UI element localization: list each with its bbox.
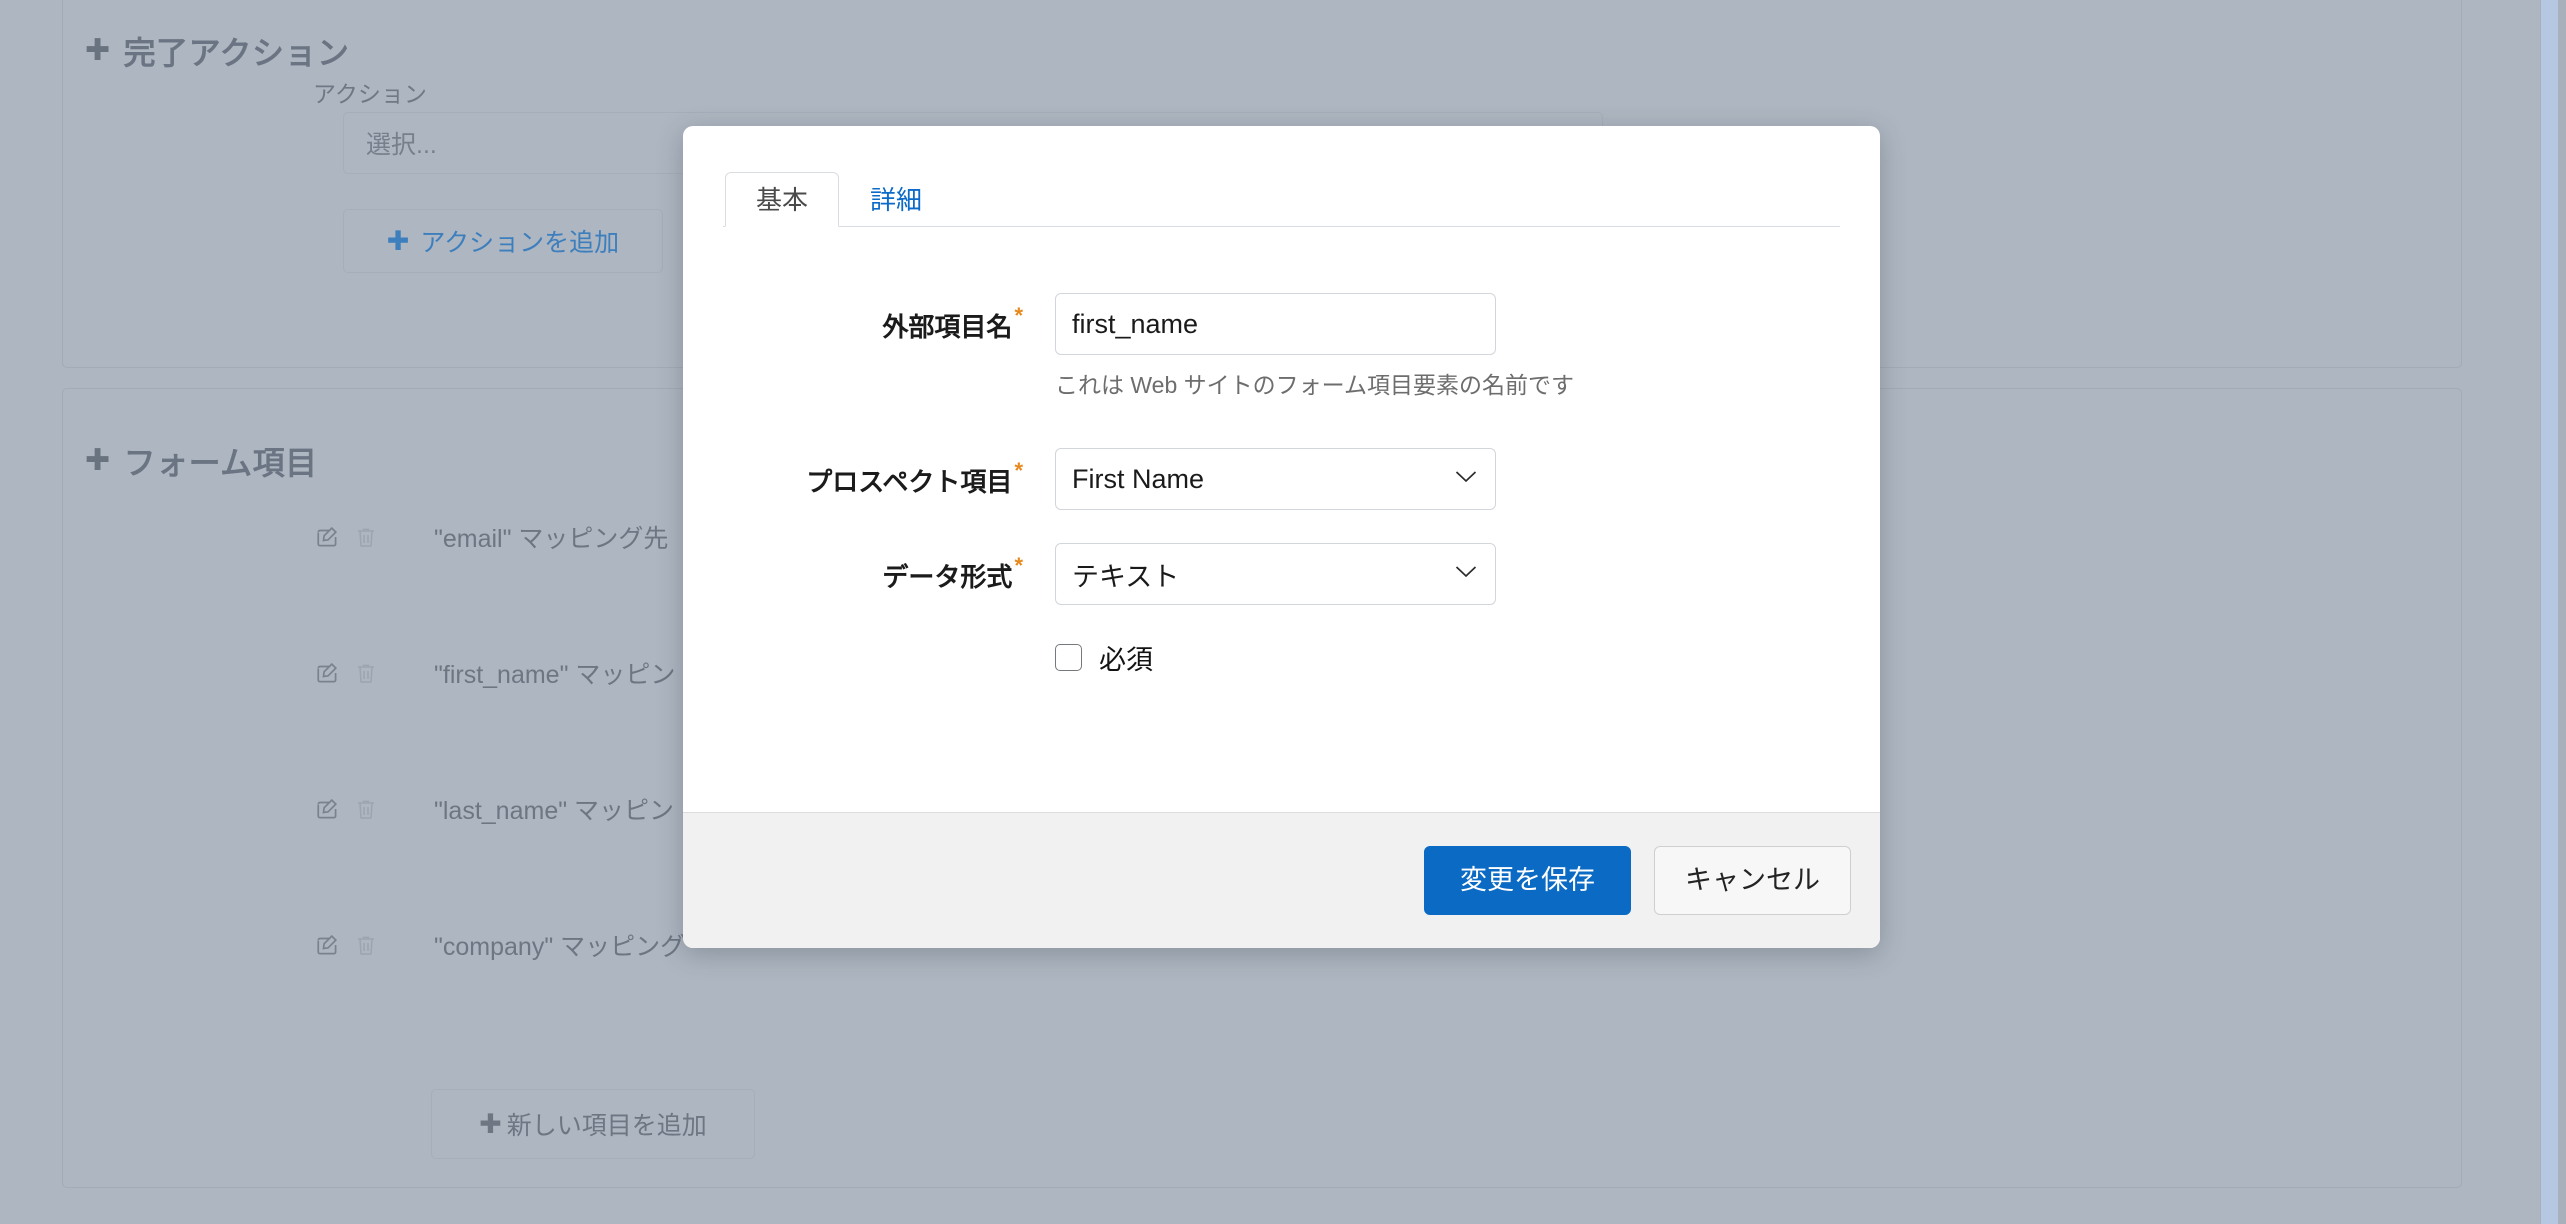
prospect-field-label-col: プロスペクト項目* <box>723 448 1023 499</box>
modal-overlay: 基本 詳細 外部項目名* これは Web サイトのフォーム項目要素の名前です <box>0 0 2566 1224</box>
modal-body: 基本 詳細 外部項目名* これは Web サイトのフォーム項目要素の名前です <box>683 126 1880 812</box>
data-format-label-col: データ形式* <box>723 543 1023 594</box>
field-row-prospect-field: プロスペクト項目* First Name <box>723 448 1840 510</box>
cancel-button[interactable]: キャンセル <box>1654 846 1851 915</box>
prospect-field-label: プロスペクト項目* <box>806 460 1023 499</box>
external-name-label: 外部項目名* <box>882 305 1023 344</box>
prospect-field-value: First Name <box>1072 463 1205 494</box>
field-row-external-name: 外部項目名* これは Web サイトのフォーム項目要素の名前です <box>723 293 1840 400</box>
tab-advanced-label: 詳細 <box>870 185 923 215</box>
data-format-label: データ形式* <box>882 555 1023 594</box>
tab-basic-label: 基本 <box>756 185 809 215</box>
required-asterisk: * <box>1014 303 1023 328</box>
required-checkbox-row: 必須 <box>723 638 1840 677</box>
save-changes-button[interactable]: 変更を保存 <box>1424 846 1631 915</box>
external-name-label-text: 外部項目名 <box>882 312 1013 342</box>
data-format-label-text: データ形式 <box>882 562 1013 592</box>
tab-basic[interactable]: 基本 <box>725 172 840 227</box>
modal-form: 外部項目名* これは Web サイトのフォーム項目要素の名前です プロスペクト項… <box>723 293 1840 677</box>
modal-tab-bar: 基本 詳細 <box>723 164 1840 227</box>
external-name-input[interactable] <box>1055 293 1496 355</box>
field-row-data-format: データ形式* テキスト <box>723 543 1840 605</box>
data-format-select[interactable]: テキスト <box>1055 543 1496 605</box>
required-checkbox[interactable] <box>1055 644 1082 671</box>
external-name-help-text: これは Web サイトのフォーム項目要素の名前です <box>1055 372 1574 398</box>
prospect-field-select[interactable]: First Name <box>1055 448 1496 510</box>
external-name-control-col: これは Web サイトのフォーム項目要素の名前です <box>1023 293 1840 400</box>
edit-form-field-modal: 基本 詳細 外部項目名* これは Web サイトのフォーム項目要素の名前です <box>683 126 1880 948</box>
modal-footer: 変更を保存 キャンセル <box>683 812 1880 948</box>
data-format-select-wrap: テキスト <box>1055 543 1496 605</box>
required-asterisk: * <box>1014 553 1023 578</box>
external-name-label-col: 外部項目名* <box>723 293 1023 344</box>
prospect-field-select-wrap: First Name <box>1055 448 1496 510</box>
data-format-control-col: テキスト <box>1023 543 1840 605</box>
prospect-field-control-col: First Name <box>1023 448 1840 510</box>
data-format-value: テキスト <box>1072 561 1180 592</box>
prospect-field-label-text: プロスペクト項目 <box>806 467 1013 497</box>
required-checkbox-label[interactable]: 必須 <box>1099 638 1153 677</box>
tab-advanced[interactable]: 詳細 <box>839 172 953 227</box>
required-asterisk: * <box>1014 458 1023 483</box>
